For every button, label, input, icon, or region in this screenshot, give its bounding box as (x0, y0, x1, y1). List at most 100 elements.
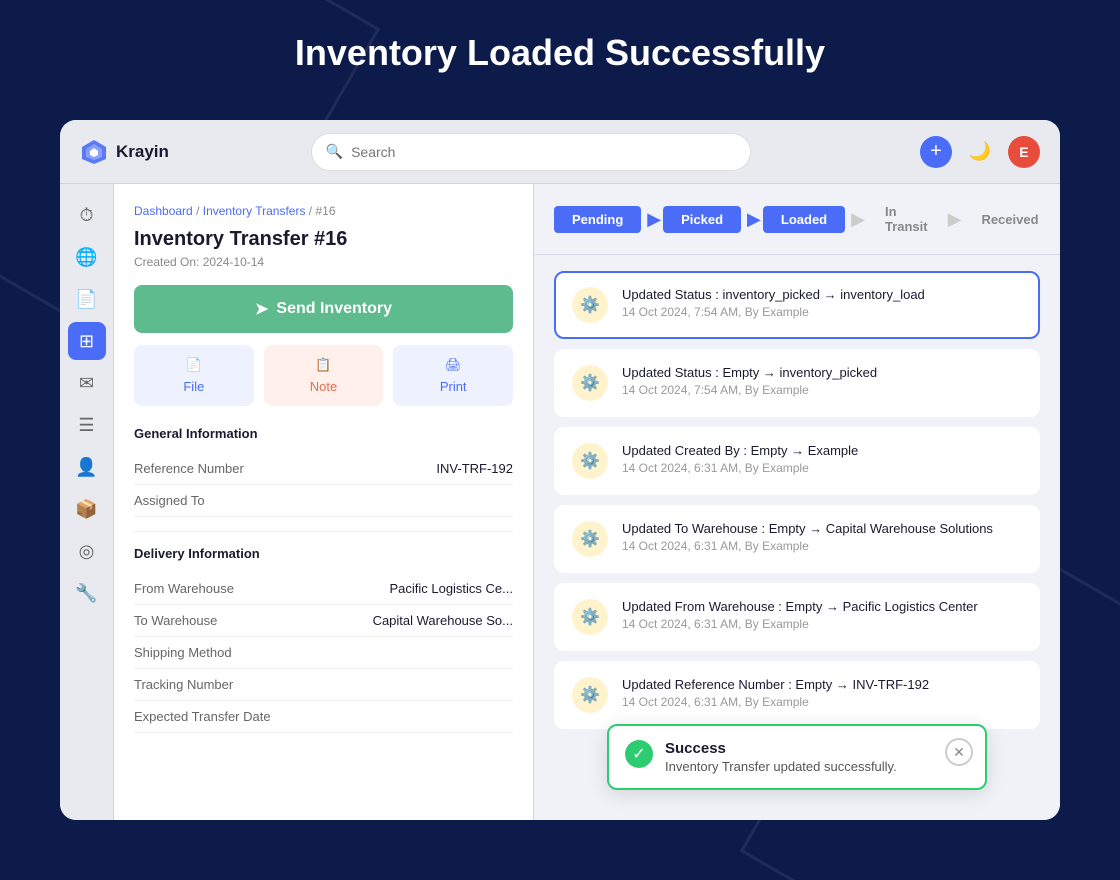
note-button[interactable]: 📋 Note (264, 345, 384, 406)
expected-date-row: Expected Transfer Date (134, 701, 513, 733)
activity-content-5: Updated From Warehouse : Empty → Pacific… (622, 599, 978, 631)
body-area: ⏱ 🌐 📄 ⊞ ✉ ☰ 👤 📦 ◎ 🔧 Dashboard / Inventor… (60, 184, 1060, 820)
ref-label: Reference Number (134, 461, 244, 476)
activity-item-5: ⚙️ Updated From Warehouse : Empty → Paci… (554, 583, 1040, 651)
header-bar: Krayin 🔍 + 🌙 E (60, 120, 1060, 184)
from-label: From Warehouse (134, 581, 244, 596)
breadcrumb-id: #16 (315, 204, 335, 218)
activity-title-2: Updated Status : Empty → inventory_picke… (622, 365, 877, 380)
shipping-label: Shipping Method (134, 645, 244, 660)
activity-time-6: 14 Oct 2024, 6:31 AM, By Example (622, 695, 929, 709)
tab-arrow-4: ▶ (948, 209, 962, 230)
from-value: Pacific Logistics Ce... (389, 581, 513, 596)
sidebar-item-grid[interactable]: ⊞ (68, 322, 106, 360)
breadcrumb-transfers[interactable]: Inventory Transfers (203, 204, 306, 218)
activity-title-3: Updated Created By : Empty → Example (622, 443, 858, 458)
activity-title-6: Updated Reference Number : Empty → INV-T… (622, 677, 929, 692)
assigned-label: Assigned To (134, 493, 244, 508)
tab-received[interactable]: Received (963, 206, 1056, 233)
theme-toggle-button[interactable]: 🌙 (964, 136, 996, 168)
sidebar-item-globe[interactable]: 🌐 (68, 238, 106, 276)
search-icon: 🔍 (326, 143, 343, 160)
success-check-icon: ✓ (625, 740, 653, 768)
activity-icon-2: ⚙️ (572, 365, 608, 401)
action-buttons-row: 📄 File 📋 Note 🖨 Print (134, 345, 513, 406)
activity-content-1: Updated Status : inventory_picked → inve… (622, 287, 925, 319)
print-button[interactable]: 🖨 Print (393, 345, 513, 406)
to-label: To Warehouse (134, 613, 244, 628)
activity-item-1: ⚙️ Updated Status : inventory_picked → i… (554, 271, 1040, 339)
add-button[interactable]: + (920, 136, 952, 168)
activity-content-2: Updated Status : Empty → inventory_picke… (622, 365, 877, 397)
sidebar-item-location[interactable]: ◎ (68, 532, 106, 570)
search-bar[interactable]: 🔍 (311, 133, 751, 171)
assigned-to-row: Assigned To (134, 485, 513, 517)
avatar[interactable]: E (1008, 136, 1040, 168)
sidebar-item-package[interactable]: 📦 (68, 490, 106, 528)
sidebar-item-clock[interactable]: ⏱ (68, 196, 106, 234)
activity-title-4: Updated To Warehouse : Empty → Capital W… (622, 521, 993, 536)
created-date: 2024-10-14 (203, 255, 264, 269)
ref-number-row: Reference Number INV-TRF-192 (134, 453, 513, 485)
sidebar-item-mail[interactable]: ✉ (68, 364, 106, 402)
tracking-label: Tracking Number (134, 677, 244, 692)
tab-arrow-2: ▶ (747, 209, 761, 230)
shipping-method-row: Shipping Method (134, 637, 513, 669)
content-right: Pending ▶ Picked ▶ Loaded ▶ In Transit ▶… (534, 184, 1060, 820)
sidebar-item-user[interactable]: 👤 (68, 448, 106, 486)
activity-item-2: ⚙️ Updated Status : Empty → inventory_pi… (554, 349, 1040, 417)
file-button[interactable]: 📄 File (134, 345, 254, 406)
activity-item-3: ⚙️ Updated Created By : Empty → Example … (554, 427, 1040, 495)
activity-icon-3: ⚙️ (572, 443, 608, 479)
activity-icon-4: ⚙️ (572, 521, 608, 557)
breadcrumb-sep1: / (196, 204, 203, 218)
tab-loaded[interactable]: Loaded (763, 206, 845, 233)
toast-close-button[interactable]: ✕ (945, 738, 973, 766)
delivery-info-header: Delivery Information (134, 546, 513, 561)
sidebar-icons: ⏱ 🌐 📄 ⊞ ✉ ☰ 👤 📦 ◎ 🔧 (60, 184, 114, 820)
activity-time-3: 14 Oct 2024, 6:31 AM, By Example (622, 461, 858, 475)
tab-picked[interactable]: Picked (663, 206, 741, 233)
tracking-number-row: Tracking Number (134, 669, 513, 701)
search-input[interactable] (351, 144, 736, 160)
breadcrumb: Dashboard / Inventory Transfers / #16 (134, 204, 513, 218)
ref-value: INV-TRF-192 (436, 461, 513, 476)
activity-icon-1: ⚙️ (572, 287, 608, 323)
toast-title: Success (665, 740, 897, 757)
send-inventory-button[interactable]: ➤ Send Inventory (134, 285, 513, 333)
tab-pending[interactable]: Pending (554, 206, 641, 233)
activity-time-4: 14 Oct 2024, 6:31 AM, By Example (622, 539, 993, 553)
content-left: Dashboard / Inventory Transfers / #16 In… (114, 184, 534, 820)
sidebar-item-document[interactable]: 📄 (68, 280, 106, 318)
activity-title-5: Updated From Warehouse : Empty → Pacific… (622, 599, 978, 614)
tab-arrow-1: ▶ (647, 209, 661, 230)
activity-content-6: Updated Reference Number : Empty → INV-T… (622, 677, 929, 709)
note-icon: 📋 (315, 357, 331, 373)
section-divider (134, 531, 513, 532)
activity-title-1: Updated Status : inventory_picked → inve… (622, 287, 925, 302)
main-card: Krayin 🔍 + 🌙 E ⏱ 🌐 📄 ⊞ ✉ ☰ 👤 📦 ◎ 🔧 (60, 120, 1060, 820)
tab-arrow-3: ▶ (851, 209, 865, 230)
activity-icon-6: ⚙️ (572, 677, 608, 713)
activity-feed: ⚙️ Updated Status : inventory_picked → i… (534, 255, 1060, 755)
status-tabs: Pending ▶ Picked ▶ Loaded ▶ In Transit ▶… (534, 184, 1060, 255)
breadcrumb-dashboard[interactable]: Dashboard (134, 204, 193, 218)
success-toast: ✓ Success Inventory Transfer updated suc… (607, 724, 987, 790)
transfer-title: Inventory Transfer #16 (134, 228, 513, 251)
expected-label: Expected Transfer Date (134, 709, 271, 724)
to-warehouse-row: To Warehouse Capital Warehouse So... (134, 605, 513, 637)
activity-time-2: 14 Oct 2024, 7:54 AM, By Example (622, 383, 877, 397)
print-icon: 🖨 (445, 357, 462, 373)
logo-area: Krayin (80, 138, 220, 166)
activity-item-6: ⚙️ Updated Reference Number : Empty → IN… (554, 661, 1040, 729)
activity-content-4: Updated To Warehouse : Empty → Capital W… (622, 521, 993, 553)
sidebar-item-list[interactable]: ☰ (68, 406, 106, 444)
activity-item-4: ⚙️ Updated To Warehouse : Empty → Capita… (554, 505, 1040, 573)
toast-content: Success Inventory Transfer updated succe… (665, 740, 897, 774)
activity-icon-5: ⚙️ (572, 599, 608, 635)
send-icon: ➤ (255, 299, 268, 319)
sidebar-item-wrench[interactable]: 🔧 (68, 574, 106, 612)
file-icon: 📄 (186, 357, 202, 373)
tab-in-transit[interactable]: In Transit (867, 198, 946, 240)
created-on: Created On: 2024-10-14 (134, 255, 513, 269)
